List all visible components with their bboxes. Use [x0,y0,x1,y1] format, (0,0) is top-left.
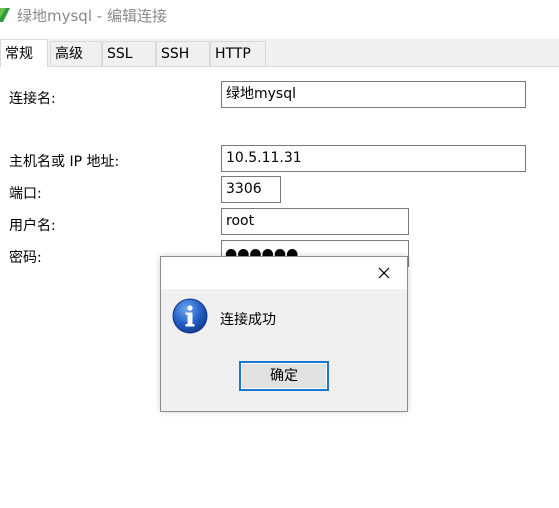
tab-ssl[interactable]: SSL [102,41,156,66]
navicat-leaf-icon [0,8,10,22]
tab-general[interactable]: 常规 [0,39,48,67]
message-dialog: 连接成功 确定 [160,256,408,412]
password-label: 密码: [9,250,42,266]
tab-ssh[interactable]: SSH [156,41,210,66]
username-input[interactable]: root [221,208,409,235]
host-input[interactable]: 10.5.11.31 [221,145,526,172]
ok-button[interactable]: 确定 [239,361,329,391]
port-input[interactable]: 3306 [221,176,281,203]
dialog-message: 连接成功 [220,312,276,328]
username-label: 用户名: [9,218,56,234]
connection-name-input[interactable]: 绿地mysql [221,81,526,108]
connection-name-label: 连接名: [9,91,56,107]
port-label: 端口: [9,186,42,202]
tab-advanced[interactable]: 高级 [50,41,102,66]
window-title: 绿地mysql - 编辑连接 [17,7,167,25]
host-label: 主机名或 IP 地址: [9,154,120,170]
edit-connection-window: 绿地mysql - 编辑连接 常规 高级 SSL SSH HTTP 连接名: 绿… [0,0,559,508]
title-bar[interactable]: 绿地mysql - 编辑连接 [0,0,559,30]
close-icon[interactable] [373,264,395,282]
tab-http[interactable]: HTTP [210,41,266,66]
tab-divider [0,66,559,67]
info-icon [172,298,208,334]
